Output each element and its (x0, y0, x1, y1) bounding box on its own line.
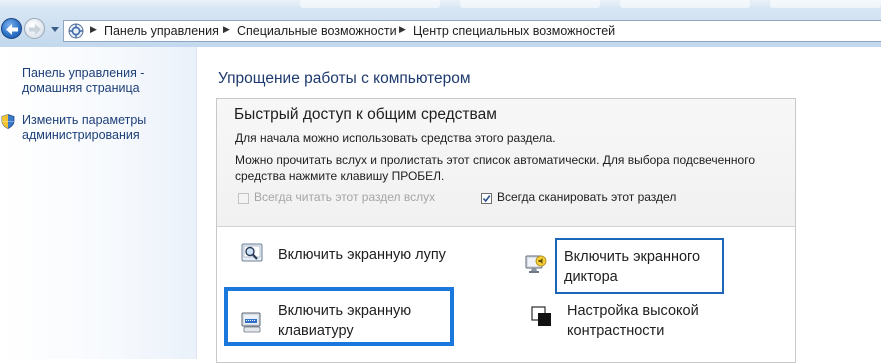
uac-shield-icon (1, 114, 15, 129)
change-admin-settings-link[interactable]: Изменить параметры администрирования (22, 113, 192, 143)
high-contrast-icon[interactable] (531, 306, 553, 328)
magnifier-option-link[interactable]: Включить экранную лупу (278, 245, 446, 265)
scan-info-text-line2: средства нажмите клавишу ПРОБЕЛ. (235, 169, 445, 183)
magnifier-icon[interactable] (241, 243, 263, 265)
keyboard-icon[interactable] (240, 311, 264, 335)
auto-scan-checkbox-label[interactable]: Всегда сканировать этот раздел (497, 190, 676, 204)
breadcrumb-ease-of-access-center[interactable]: Центр специальных возможностей (413, 24, 615, 38)
high-contrast-option-link[interactable]: Настройка высокой контрастности (567, 301, 737, 341)
back-button[interactable] (1, 18, 22, 39)
page-title: Упрощение работы с компьютером (218, 70, 471, 87)
forward-arrow-icon (29, 24, 41, 35)
scan-info-text-line1: Можно прочитать вслух и пролистать этот … (235, 153, 756, 167)
back-arrow-icon (6, 24, 18, 35)
breadcrumb-separator-icon[interactable]: ▶ (399, 24, 406, 35)
quick-access-intro-text: Для начала можно использовать средства э… (235, 131, 556, 145)
background-tab[interactable] (460, 0, 600, 8)
control-panel-home-link[interactable]: Панель управления - домашняя страница (22, 66, 192, 96)
quick-access-heading: Быстрый доступ к общим средствам (234, 106, 497, 123)
navigation-bar: ▶ Панель управления ▶ Специальные возмож… (0, 0, 881, 47)
forward-button[interactable] (24, 18, 45, 39)
background-tab[interactable] (770, 0, 881, 8)
breadcrumb-accessibility[interactable]: Специальные возможности (237, 24, 397, 38)
narrator-icon[interactable] (524, 253, 548, 277)
control-panel-icon (68, 23, 84, 39)
keyboard-option-link[interactable]: Включить экранную клавиатуру (278, 301, 450, 341)
auto-scan-checkbox[interactable] (481, 193, 492, 204)
browser-tab-strip (0, 0, 881, 9)
checkmark-icon (482, 195, 491, 203)
background-tab[interactable] (620, 0, 750, 8)
narrator-option-link[interactable]: Включить экранного диктора (564, 247, 722, 287)
read-aloud-checkbox-label[interactable]: Всегда читать этот раздел вслух (254, 190, 435, 204)
breadcrumb-separator-icon[interactable]: ▶ (223, 24, 230, 35)
breadcrumb-control-panel[interactable]: Панель управления (104, 24, 219, 38)
recent-pages-dropdown-icon[interactable] (50, 24, 60, 34)
background-tab[interactable] (300, 0, 440, 8)
breadcrumb-separator-icon[interactable]: ▶ (90, 24, 97, 35)
address-bar[interactable]: ▶ Панель управления ▶ Специальные возмож… (63, 20, 881, 42)
panel-divider (217, 226, 795, 227)
read-aloud-checkbox[interactable] (238, 193, 249, 204)
